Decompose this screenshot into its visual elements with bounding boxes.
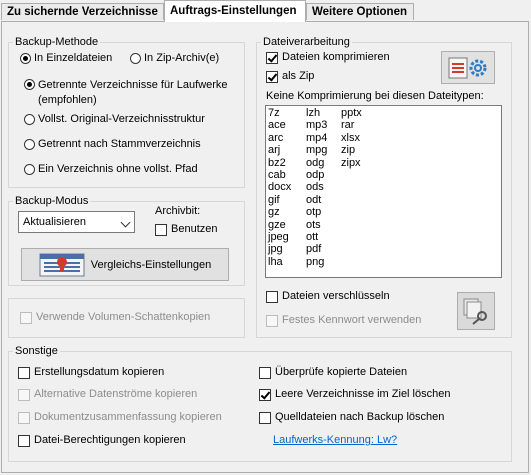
checkbox-indicator[interactable] (266, 71, 278, 83)
checkbox-indicator[interactable] (259, 412, 271, 424)
file-type-item: bz2 (268, 156, 286, 169)
compress-files-checkbox[interactable]: Dateien komprimieren (266, 51, 390, 64)
file-types-column-2: lzh mp3 mp4 mpg odg odp ods odt otp ots ott pdf png (306, 107, 327, 268)
file-types-column-3: pptx rar xlsx zip zipx (341, 107, 362, 169)
radio-one-dir-no-path[interactable]: Ein Verzeichnis ohne vollst. Pfad (24, 163, 198, 175)
copy-permissions-checkbox[interactable]: Datei-Berechtigungen kopieren (18, 434, 186, 447)
file-type-item: odg (306, 156, 325, 169)
delete-source-files-checkbox[interactable]: Quelldateien nach Backup löschen (259, 411, 444, 424)
file-type-item: cab (268, 168, 286, 181)
radio-separate-drive-dirs[interactable]: Getrennte Verzeichnisse für Laufwerke (e… (24, 78, 228, 108)
file-type-item: arc (268, 131, 284, 144)
radio-indicator[interactable] (130, 53, 141, 64)
file-type-item: xlsx (341, 131, 360, 144)
copy-alt-streams-checkbox[interactable]: Alternative Datenströme kopieren (18, 388, 197, 401)
checkbox-indicator[interactable] (259, 389, 271, 401)
copy-creation-date-checkbox[interactable]: Erstellungsdatum kopieren (18, 366, 164, 379)
no-compress-label: Keine Komprimierung bei diesen Dateitype… (266, 90, 484, 102)
file-type-item: mp4 (306, 131, 328, 144)
archive-bit-label: Archivbit: (155, 205, 201, 217)
file-type-item: gze (268, 218, 286, 231)
compression-settings-button[interactable] (441, 51, 495, 84)
compare-settings-icon (39, 253, 85, 276)
file-type-item: lha (268, 255, 283, 268)
checkbox-indicator[interactable] (155, 224, 167, 236)
file-processing-title: Dateiverarbeitung (263, 36, 350, 48)
fixed-password-checkbox[interactable]: Festes Kennwort verwenden (266, 314, 421, 327)
file-type-item: zip (341, 144, 356, 157)
backup-mode-select[interactable]: Aktualisieren (18, 211, 135, 233)
use-archive-bit-checkbox[interactable]: Benutzen (155, 223, 217, 236)
radio-single-files[interactable]: In Einzeldateien (20, 52, 112, 64)
checkbox-indicator[interactable] (20, 312, 32, 324)
checkbox-indicator[interactable] (18, 435, 30, 447)
backup-mode-title: Backup-Modus (15, 195, 89, 207)
compare-settings-button[interactable]: Vergleichs-Einstellungen (21, 248, 229, 281)
file-type-item: docx (268, 181, 292, 194)
radio-by-root-dir[interactable]: Getrennt nach Stammverzeichnis (24, 138, 201, 150)
radio-indicator[interactable] (24, 79, 35, 90)
compression-gear-icon (448, 57, 487, 78)
checkbox-indicator[interactable] (259, 367, 271, 379)
checkbox-indicator[interactable] (266, 52, 278, 64)
file-type-item: rar (341, 119, 355, 132)
file-type-item: gz (268, 206, 280, 219)
encryption-key-button[interactable] (457, 292, 495, 330)
encrypt-files-checkbox[interactable]: Dateien verschlüsseln (266, 290, 390, 303)
tab-more-options[interactable]: Weitere Optionen (306, 3, 414, 20)
radio-zip-archive[interactable]: In Zip-Archiv(e) (130, 52, 219, 64)
file-type-item: otp (306, 206, 322, 219)
file-type-item: odt (306, 193, 322, 206)
file-type-item: jpg (268, 243, 283, 256)
tab-job-settings[interactable]: Auftrags-Einstellungen (164, 0, 306, 22)
file-type-item: pdf (306, 243, 322, 256)
file-type-item: mp3 (306, 119, 328, 132)
key-documents-icon (463, 298, 487, 325)
tab-source-directories[interactable]: Zu sichernde Verzeichnisse (1, 3, 164, 20)
radio-indicator[interactable] (24, 164, 35, 175)
file-type-item: mpg (306, 144, 328, 157)
verify-copied-files-checkbox[interactable]: Überprüfe kopierte Dateien (259, 366, 407, 379)
file-type-item: ots (306, 218, 321, 231)
file-types-column-1: 7z ace arc arj bz2 cab docx gif gz gze jpeg jpg lha (268, 107, 291, 268)
checkbox-indicator[interactable] (266, 291, 278, 303)
checkbox-indicator[interactable] (18, 412, 30, 424)
radio-indicator[interactable] (20, 53, 31, 64)
radio-full-original-structure[interactable]: Vollst. Original-Verzeichnisstruktur (24, 113, 205, 125)
radio-indicator[interactable] (24, 114, 35, 125)
file-type-item: ace (268, 119, 286, 132)
checkbox-indicator[interactable] (266, 315, 278, 327)
file-types-list[interactable]: 7z ace arc arj bz2 cab docx gif gz gze jpeg jpg lha … (265, 105, 502, 278)
radio-indicator[interactable] (24, 139, 35, 150)
file-type-item: arj (268, 144, 281, 157)
file-type-item: ods (306, 181, 324, 194)
chevron-down-icon (120, 217, 131, 228)
file-type-item: 7z (268, 107, 280, 119)
as-zip-checkbox[interactable]: als Zip (266, 70, 314, 83)
misc-title: Sonstige (15, 345, 58, 357)
checkbox-indicator[interactable] (18, 367, 30, 379)
file-type-item: ott (306, 230, 319, 243)
file-type-item: pptx (341, 107, 362, 119)
file-type-item: png (306, 255, 325, 268)
file-type-item: gif (268, 193, 280, 206)
file-type-item: zipx (341, 156, 361, 169)
file-type-item: jpeg (268, 230, 289, 243)
backup-method-title: Backup-Methode (15, 36, 99, 48)
drive-id-link[interactable]: Laufwerks-Kennung: Lw? (273, 434, 397, 446)
file-type-item: odp (306, 168, 325, 181)
file-type-item: lzh (306, 107, 321, 119)
shadow-copy-checkbox[interactable]: Verwende Volumen-Schattenkopien (20, 311, 210, 324)
delete-empty-dirs-checkbox[interactable]: Leere Verzeichnisse im Ziel löschen (259, 388, 450, 401)
tab-bar: Zu sichernde Verzeichnisse Auftrags-Eins… (0, 0, 531, 22)
checkbox-indicator[interactable] (18, 389, 30, 401)
copy-doc-summary-checkbox[interactable]: Dokumentzusammenfassung kopieren (18, 411, 222, 424)
